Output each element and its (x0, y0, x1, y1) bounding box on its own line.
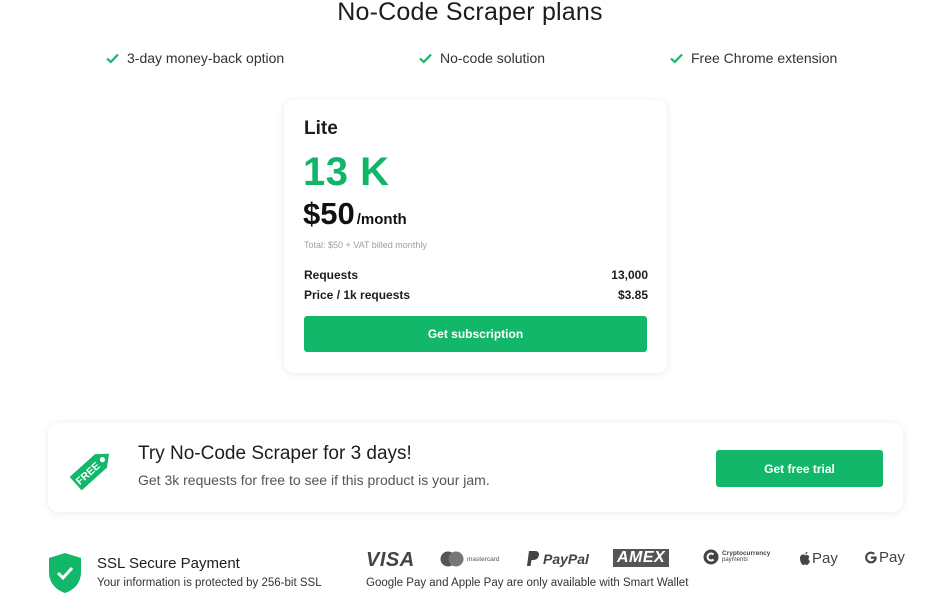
plan-row-requests: Requests 13,000 (304, 268, 648, 282)
ssl-title: SSL Secure Payment (97, 555, 240, 572)
shield-check-icon (49, 553, 81, 593)
row-label: Price / 1k requests (304, 288, 411, 302)
free-tag-icon: FREE (69, 453, 110, 491)
crypto-coin-icon (703, 549, 719, 565)
feature-list: 3-day money-back option No-code solution… (0, 50, 940, 70)
feature-item: 3-day money-back option (106, 50, 284, 66)
google-pay-logo: Pay (864, 549, 905, 566)
plan-card: Lite 13 K $50 /month Total: $50 + VAT bi… (284, 100, 667, 373)
paypal-icon (527, 551, 540, 566)
feature-label: 3-day money-back option (127, 50, 285, 66)
mastercard-icon (440, 551, 464, 567)
ssl-subtitle: Your information is protected by 256-bit… (97, 577, 322, 589)
get-subscription-button[interactable]: Get subscription (304, 316, 647, 352)
plan-amount: 13 K (303, 150, 390, 194)
trial-title: Try No-Code Scraper for 3 days! (138, 443, 412, 464)
paypal-logo: PayPal (526, 550, 589, 567)
plan-price-value: $50 (303, 196, 355, 231)
plan-price-period: /month (356, 211, 407, 228)
google-g-icon (865, 551, 877, 564)
row-value: 13,000 (611, 268, 648, 282)
row-label: Requests (304, 268, 359, 282)
mastercard-text: mastercard (467, 555, 500, 563)
apple-pay-logo: Pay (799, 550, 838, 567)
free-trial-banner: FREE Try No-Code Scraper for 3 days! Get… (48, 423, 903, 512)
apple-icon (800, 551, 810, 565)
page-title: No-Code Scraper plans (337, 0, 603, 26)
crypto-logo: Cryptocurrency payments (703, 549, 770, 565)
google-pay-text: Pay (879, 549, 905, 566)
mastercard-logo: mastercard (440, 551, 500, 567)
crypto-line2: payments (722, 557, 749, 563)
feature-label: Free Chrome extension (691, 50, 838, 66)
check-icon (419, 53, 432, 64)
feature-item: Free Chrome extension (670, 50, 837, 66)
plan-price: $50 /month (303, 196, 407, 232)
apple-pay-text: Pay (812, 550, 838, 567)
crypto-line1: Cryptocurrency (722, 550, 771, 557)
amex-logo: AMEX (613, 549, 670, 567)
feature-item: No-code solution (419, 50, 545, 66)
plan-row-price-per-1k: Price / 1k requests $3.85 (304, 288, 648, 302)
paypal-text: PayPal (543, 550, 589, 567)
trial-subtitle: Get 3k requests for free to see if this … (138, 472, 490, 488)
check-icon (670, 53, 683, 64)
check-icon (106, 53, 119, 64)
plan-name: Lite (304, 118, 338, 139)
amex-text: AMEX (613, 549, 670, 567)
feature-label: No-code solution (440, 50, 546, 66)
crypto-label: Cryptocurrency payments (722, 550, 770, 564)
payment-note: Google Pay and Apple Pay are only availa… (366, 577, 689, 589)
visa-logo: VISA (366, 549, 415, 572)
row-value: $3.85 (617, 288, 648, 302)
visa-text: VISA (366, 549, 415, 571)
get-free-trial-button[interactable]: Get free trial (716, 450, 883, 487)
plan-billing-note: Total: $50 + VAT billed monthly (304, 240, 427, 250)
